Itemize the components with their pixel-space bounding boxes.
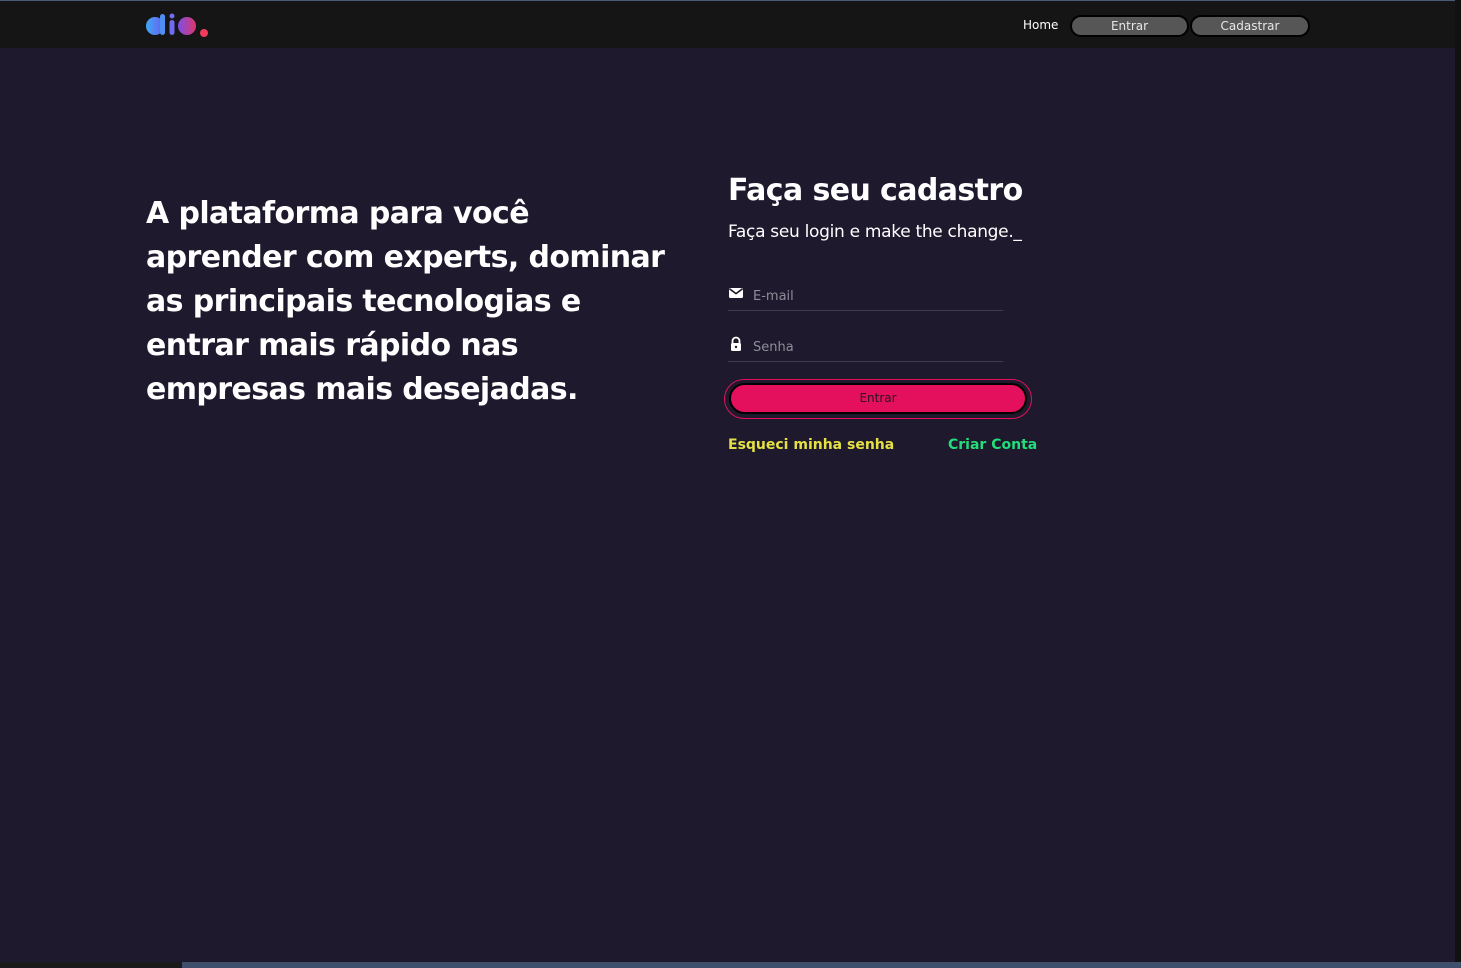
form-subtitle: Faça seu login e make the change._ xyxy=(728,222,1022,242)
create-account-link[interactable]: Criar Conta xyxy=(948,435,1037,455)
window-bottom-edge xyxy=(0,962,1461,968)
forgot-password-link[interactable]: Esqueci minha senha xyxy=(728,435,894,455)
email-input[interactable] xyxy=(753,283,998,309)
password-input[interactable] xyxy=(753,334,998,360)
submit-button[interactable]: Entrar xyxy=(729,383,1027,414)
email-field-row xyxy=(728,283,1003,311)
header: Home Entrar Cadastrar xyxy=(0,1,1455,48)
dio-logo[interactable] xyxy=(146,12,210,38)
password-field-row xyxy=(728,334,1003,362)
nav-signup-button[interactable]: Cadastrar xyxy=(1190,15,1310,37)
window-right-edge xyxy=(1455,0,1461,968)
page: Home Entrar Cadastrar A plataforma para … xyxy=(0,0,1461,968)
hero-text: A plataforma para você aprender com expe… xyxy=(146,196,665,407)
mail-icon xyxy=(729,288,743,298)
nav-home-link[interactable]: Home xyxy=(1023,17,1058,33)
window-bottom-edge-left xyxy=(0,962,182,968)
lock-icon xyxy=(731,336,741,351)
form-title: Faça seu cadastro xyxy=(728,173,1023,208)
nav-login-button[interactable]: Entrar xyxy=(1070,15,1189,37)
